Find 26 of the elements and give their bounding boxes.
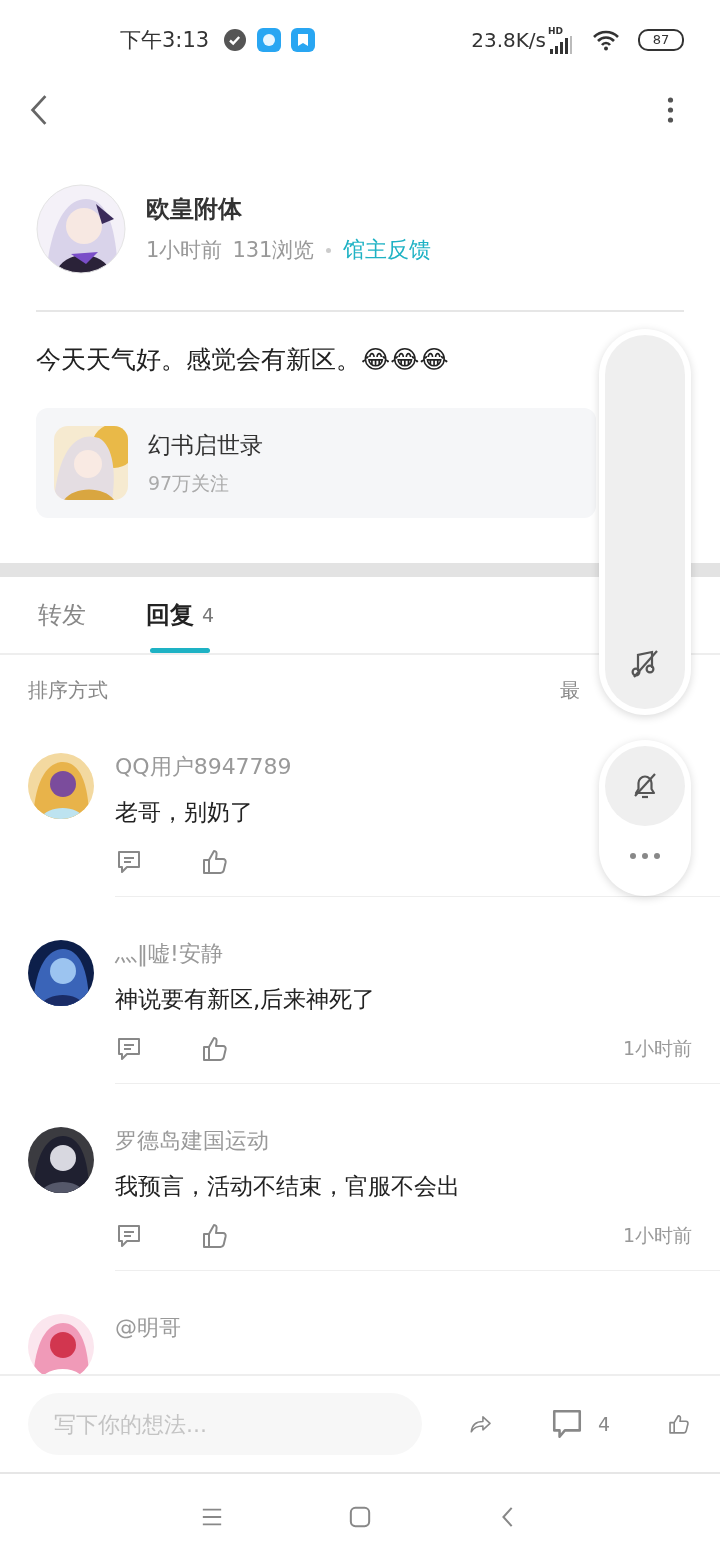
network-type: HD <box>548 26 563 36</box>
network-speed: 23.8K/s <box>471 28 546 52</box>
follower-count: 97万关注 <box>148 470 231 496</box>
comment-author[interactable]: @明哥 <box>115 1313 720 1343</box>
game-card[interactable]: 幻书启世录 97万关注 <box>36 408 596 518</box>
comment-time: 1小时前 <box>622 1036 692 1061</box>
comment-text: 我预言，活动不结束，官服不会出 <box>115 1172 461 1201</box>
comment-author[interactable]: 罗德岛建国运动 <box>115 1126 720 1156</box>
sort-label: 排序方式 <box>28 677 108 704</box>
sort-option[interactable]: 最 <box>560 677 580 704</box>
comment-author[interactable]: 灬‖嘘!安静 <box>115 939 720 969</box>
tab[interactable]: 回复 4 <box>126 577 235 653</box>
post-time: 1小时前 <box>146 237 223 264</box>
post-text: 今天天气好。感觉会有新区。😂😂😂 <box>35 344 450 376</box>
status-time: 下午3:13 <box>120 27 210 54</box>
comment-author[interactable]: QQ用户8947789 <box>115 752 720 782</box>
battery-indicator: 87 <box>638 29 684 51</box>
game-name: 幻书启世录 <box>148 430 263 460</box>
comment-count: 4 <box>597 1413 611 1435</box>
comment-text: 神说要有新区,后来神死了 <box>115 985 377 1014</box>
author-name[interactable]: 欧皇附体 <box>146 193 432 225</box>
comment-time: 1小时前 <box>622 1223 692 1248</box>
comment-text: 老哥，别奶了 <box>115 798 254 827</box>
tab[interactable]: 转发 <box>18 577 106 653</box>
view-count: 131浏览 <box>232 237 315 264</box>
forum-tag[interactable]: 馆主反馈 <box>343 235 432 265</box>
